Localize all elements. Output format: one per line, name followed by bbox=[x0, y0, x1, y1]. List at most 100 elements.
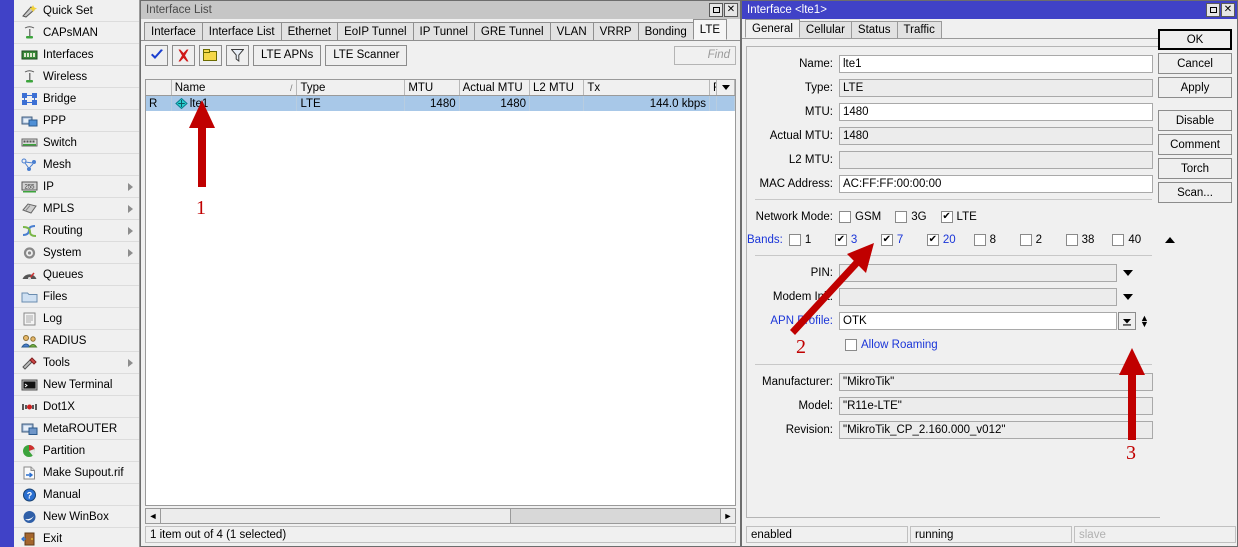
allow-roaming-checkbox[interactable] bbox=[845, 339, 857, 351]
disable-button[interactable]: Disable bbox=[1158, 110, 1232, 131]
sidebar-item-ip[interactable]: 255 IP bbox=[14, 176, 139, 198]
comment-button[interactable] bbox=[199, 44, 222, 66]
dialog-titlebar[interactable]: Interface <lte1> ✕ bbox=[742, 1, 1237, 19]
network-mode-3g-option[interactable]: 3G bbox=[895, 211, 940, 223]
spinner-down-icon[interactable]: ▼ bbox=[1140, 320, 1149, 329]
sidebar-item-exit[interactable]: Exit bbox=[14, 528, 139, 547]
bands-7-checkbox[interactable]: ✔ bbox=[880, 234, 893, 246]
maximize-icon[interactable] bbox=[709, 3, 723, 17]
dialog-maximize-icon[interactable] bbox=[1206, 3, 1220, 17]
bands-7-option[interactable]: ✔ 7 bbox=[880, 234, 927, 246]
scrollbar-thumb[interactable] bbox=[161, 509, 511, 523]
tab-lte[interactable]: LTE bbox=[692, 19, 728, 40]
column-header-name[interactable]: Name / bbox=[171, 80, 298, 95]
bands-1-option[interactable]: 1 bbox=[788, 234, 835, 246]
lte-apns-button[interactable]: LTE APNs bbox=[253, 44, 322, 66]
bands-2-checkbox[interactable] bbox=[1019, 234, 1032, 246]
column-header-tx[interactable]: Tx bbox=[584, 80, 711, 95]
torch-button[interactable]: Torch bbox=[1158, 158, 1232, 179]
network-mode-gsm-option[interactable]: GSM bbox=[839, 211, 895, 223]
bands-8-option[interactable]: 8 bbox=[973, 234, 1020, 246]
chevron-up-icon[interactable] bbox=[1165, 237, 1176, 243]
cancel-button[interactable]: Cancel bbox=[1158, 53, 1232, 74]
sidebar-item-make-supout-rif[interactable]: Make Supout.rif bbox=[14, 462, 139, 484]
sidebar-item-manual[interactable]: ? Manual bbox=[14, 484, 139, 506]
input-mtu[interactable]: 1480 bbox=[839, 103, 1153, 121]
close-icon[interactable]: ✕ bbox=[724, 3, 738, 17]
lte-scanner-button[interactable]: LTE Scanner bbox=[325, 44, 408, 66]
find-input[interactable]: Find bbox=[674, 45, 736, 65]
tab-vrrp[interactable]: VRRP bbox=[592, 22, 639, 40]
network-mode-gsm-checkbox[interactable] bbox=[839, 211, 851, 223]
apply-button[interactable]: Apply bbox=[1158, 77, 1232, 98]
sidebar-item-routing[interactable]: Routing bbox=[14, 220, 139, 242]
sidebar-item-queues[interactable]: Queues bbox=[14, 264, 139, 286]
sidebar-item-bridge[interactable]: Bridge bbox=[14, 88, 139, 110]
column-header-flags[interactable] bbox=[146, 80, 172, 95]
network-mode-lte-option[interactable]: ✔ LTE bbox=[940, 211, 991, 223]
column-header-l2-mtu[interactable]: L2 MTU bbox=[530, 80, 585, 95]
sidebar-item-mpls[interactable]: MPLS bbox=[14, 198, 139, 220]
column-header-actual-mtu[interactable]: Actual MTU bbox=[459, 80, 530, 95]
bands-40-option[interactable]: 40 bbox=[1112, 234, 1159, 246]
input-mac-address[interactable]: AC:FF:FF:00:00:00 bbox=[839, 175, 1153, 193]
sidebar-item-dot1x[interactable]: Dot1X bbox=[14, 396, 139, 418]
sidebar-item-capsman[interactable]: CAPsMAN bbox=[14, 22, 139, 44]
enable-button[interactable] bbox=[145, 44, 168, 66]
dialog-tab-traffic[interactable]: Traffic bbox=[896, 21, 942, 38]
tab-interface-list[interactable]: Interface List bbox=[201, 22, 282, 40]
pin-dropdown-icon[interactable] bbox=[1123, 270, 1133, 276]
column-header-type[interactable]: Type bbox=[297, 80, 406, 95]
sidebar-item-tools[interactable]: Tools bbox=[14, 352, 139, 374]
sidebar-item-system[interactable]: System bbox=[14, 242, 139, 264]
tab-ip-tunnel[interactable]: IP Tunnel bbox=[412, 22, 475, 40]
sidebar-item-radius[interactable]: RADIUS bbox=[14, 330, 139, 352]
column-chooser-button[interactable] bbox=[717, 80, 735, 95]
horizontal-scrollbar[interactable]: ◄ ► bbox=[145, 508, 736, 524]
bands-40-checkbox[interactable] bbox=[1112, 234, 1125, 246]
input-name[interactable]: lte1 bbox=[839, 55, 1153, 73]
sidebar-item-new-terminal[interactable]: New Terminal bbox=[14, 374, 139, 396]
bands-20-option[interactable]: ✔ 20 bbox=[926, 234, 974, 246]
bands-8-checkbox[interactable] bbox=[973, 234, 986, 246]
filter-button[interactable] bbox=[226, 44, 249, 66]
tab-vlan[interactable]: VLAN bbox=[549, 22, 594, 40]
apn-profile-input[interactable]: OTK bbox=[839, 312, 1117, 330]
modem-init-input[interactable] bbox=[839, 288, 1117, 306]
bands-3-checkbox[interactable]: ✔ bbox=[834, 234, 847, 246]
table-row[interactable]: Rlte1 LTE 1480 1480 144.0 kbps bbox=[146, 96, 735, 111]
apn-profile-dropdown-button[interactable] bbox=[1118, 312, 1136, 330]
dialog-tab-general[interactable]: General bbox=[745, 19, 800, 38]
tab-interface[interactable]: Interface bbox=[144, 22, 203, 40]
tab-eoip-tunnel[interactable]: EoIP Tunnel bbox=[337, 22, 414, 40]
bands-38-checkbox[interactable] bbox=[1065, 234, 1078, 246]
dialog-tab-status[interactable]: Status bbox=[850, 21, 898, 38]
tab-ethernet[interactable]: Ethernet bbox=[280, 22, 339, 40]
apn-profile-spinner[interactable]: ▲ ▼ bbox=[1140, 314, 1149, 329]
sidebar-item-wireless[interactable]: Wireless bbox=[14, 66, 139, 88]
sidebar-item-log[interactable]: Log bbox=[14, 308, 139, 330]
bands-1-checkbox[interactable] bbox=[788, 234, 801, 246]
dialog-tab-cellular[interactable]: Cellular bbox=[798, 21, 852, 38]
sidebar-item-mesh[interactable]: Mesh bbox=[14, 154, 139, 176]
sidebar-item-quick-set[interactable]: Quick Set bbox=[14, 0, 139, 22]
pin-input[interactable] bbox=[839, 264, 1117, 282]
bands-38-option[interactable]: 38 bbox=[1065, 234, 1113, 246]
tab-bonding[interactable]: Bonding bbox=[637, 22, 694, 40]
sidebar-item-metarouter[interactable]: MetaROUTER bbox=[14, 418, 139, 440]
modem-init-dropdown-icon[interactable] bbox=[1123, 294, 1133, 300]
bands-3-option[interactable]: ✔ 3 bbox=[834, 234, 881, 246]
bands-2-option[interactable]: 2 bbox=[1019, 234, 1066, 246]
scroll-left-icon[interactable]: ◄ bbox=[146, 509, 161, 523]
sidebar-item-switch[interactable]: Switch bbox=[14, 132, 139, 154]
tab-gre-tunnel[interactable]: GRE Tunnel bbox=[473, 22, 551, 40]
interface-list-titlebar[interactable]: Interface List ✕ bbox=[141, 1, 740, 19]
bands-20-checkbox[interactable]: ✔ bbox=[926, 234, 939, 246]
sidebar-item-new-winbox[interactable]: New WinBox bbox=[14, 506, 139, 528]
column-header-rx[interactable]: Rx bbox=[710, 80, 718, 95]
comment-button[interactable]: Comment bbox=[1158, 134, 1232, 155]
sidebar-item-partition[interactable]: Partition bbox=[14, 440, 139, 462]
network-mode-lte-checkbox[interactable]: ✔ bbox=[940, 211, 953, 223]
scroll-right-icon[interactable]: ► bbox=[720, 509, 735, 523]
sidebar-item-ppp[interactable]: PPP bbox=[14, 110, 139, 132]
